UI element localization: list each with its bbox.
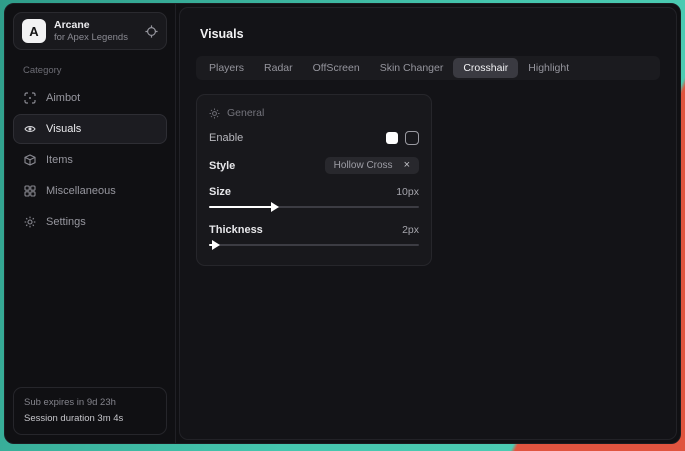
enable-color-swatch[interactable]: [386, 132, 398, 144]
size-slider-thumb[interactable]: [271, 202, 279, 212]
tab-players[interactable]: Players: [199, 58, 254, 78]
sidebar-item-aimbot[interactable]: Aimbot: [13, 83, 167, 113]
thickness-slider-thumb[interactable]: [212, 240, 220, 250]
sidebar-item-settings[interactable]: Settings: [13, 207, 167, 237]
panel-title: General: [227, 107, 264, 119]
visuals-eye-icon: [24, 123, 36, 135]
size-slider[interactable]: [209, 202, 419, 212]
session-duration-text: Session duration 3m 4s: [24, 411, 156, 427]
size-slider-fill: [209, 206, 274, 208]
close-x-icon[interactable]: ×: [404, 160, 410, 171]
subscription-info-box: Sub expires in 9d 23h Session duration 3…: [13, 387, 167, 435]
style-label: Style: [209, 160, 235, 172]
main-content: Visuals Players Radar OffScreen Skin Cha…: [179, 7, 677, 440]
sidebar-header: A Arcane for Apex Legends: [13, 12, 167, 50]
tab-offscreen[interactable]: OffScreen: [303, 58, 370, 78]
sidebar-item-visuals[interactable]: Visuals: [13, 114, 167, 144]
style-dropdown[interactable]: Hollow Cross ×: [325, 157, 419, 174]
app-subtitle: for Apex Legends: [54, 32, 137, 44]
category-label: Category: [23, 65, 167, 76]
sidebar-item-miscellaneous[interactable]: Miscellaneous: [13, 176, 167, 206]
crosshair-icon[interactable]: [145, 25, 158, 38]
sidebar-item-items[interactable]: Items: [13, 145, 167, 175]
page-title: Visuals: [200, 27, 660, 41]
aimbot-scan-icon: [24, 92, 36, 104]
sidebar-item-label: Items: [46, 154, 73, 166]
app-names: Arcane for Apex Legends: [54, 19, 137, 44]
thickness-value: 2px: [402, 224, 419, 236]
enable-checkbox[interactable]: [405, 131, 419, 145]
thickness-slider[interactable]: [209, 240, 419, 250]
app-logo: A: [22, 19, 46, 43]
thickness-row: Thickness 2px: [209, 224, 419, 236]
tab-skin-changer[interactable]: Skin Changer: [370, 58, 454, 78]
enable-label: Enable: [209, 132, 243, 144]
items-cube-icon: [24, 154, 36, 166]
tab-radar[interactable]: Radar: [254, 58, 303, 78]
app-window: A Arcane for Apex Legends Category: [4, 3, 681, 444]
thickness-label: Thickness: [209, 224, 263, 236]
general-panel: General Enable Style Hollow Cross × Size…: [196, 94, 432, 266]
thickness-slider-track[interactable]: [209, 244, 419, 246]
visuals-tabbar: Players Radar OffScreen Skin Changer Cro…: [196, 56, 660, 80]
enable-row: Enable: [209, 131, 419, 145]
size-value: 10px: [396, 186, 419, 198]
sidebar-item-label: Aimbot: [46, 92, 80, 104]
sidebar-item-label: Settings: [46, 216, 86, 228]
gear-sun-icon: [209, 108, 220, 119]
tab-highlight[interactable]: Highlight: [518, 58, 579, 78]
size-row: Size 10px: [209, 186, 419, 198]
misc-grid-icon: [24, 185, 36, 197]
sub-expires-text: Sub expires in 9d 23h: [24, 395, 156, 411]
settings-gear-icon: [24, 216, 36, 228]
style-value: Hollow Cross: [334, 160, 393, 171]
size-label: Size: [209, 186, 231, 198]
sidebar-item-label: Miscellaneous: [46, 185, 116, 197]
panel-header: General: [209, 107, 421, 119]
sidebar-item-label: Visuals: [46, 123, 81, 135]
app-title: Arcane: [54, 19, 137, 32]
sidebar: A Arcane for Apex Legends Category: [5, 4, 176, 443]
style-row: Style Hollow Cross ×: [209, 157, 419, 174]
tab-crosshair[interactable]: Crosshair: [453, 58, 518, 78]
